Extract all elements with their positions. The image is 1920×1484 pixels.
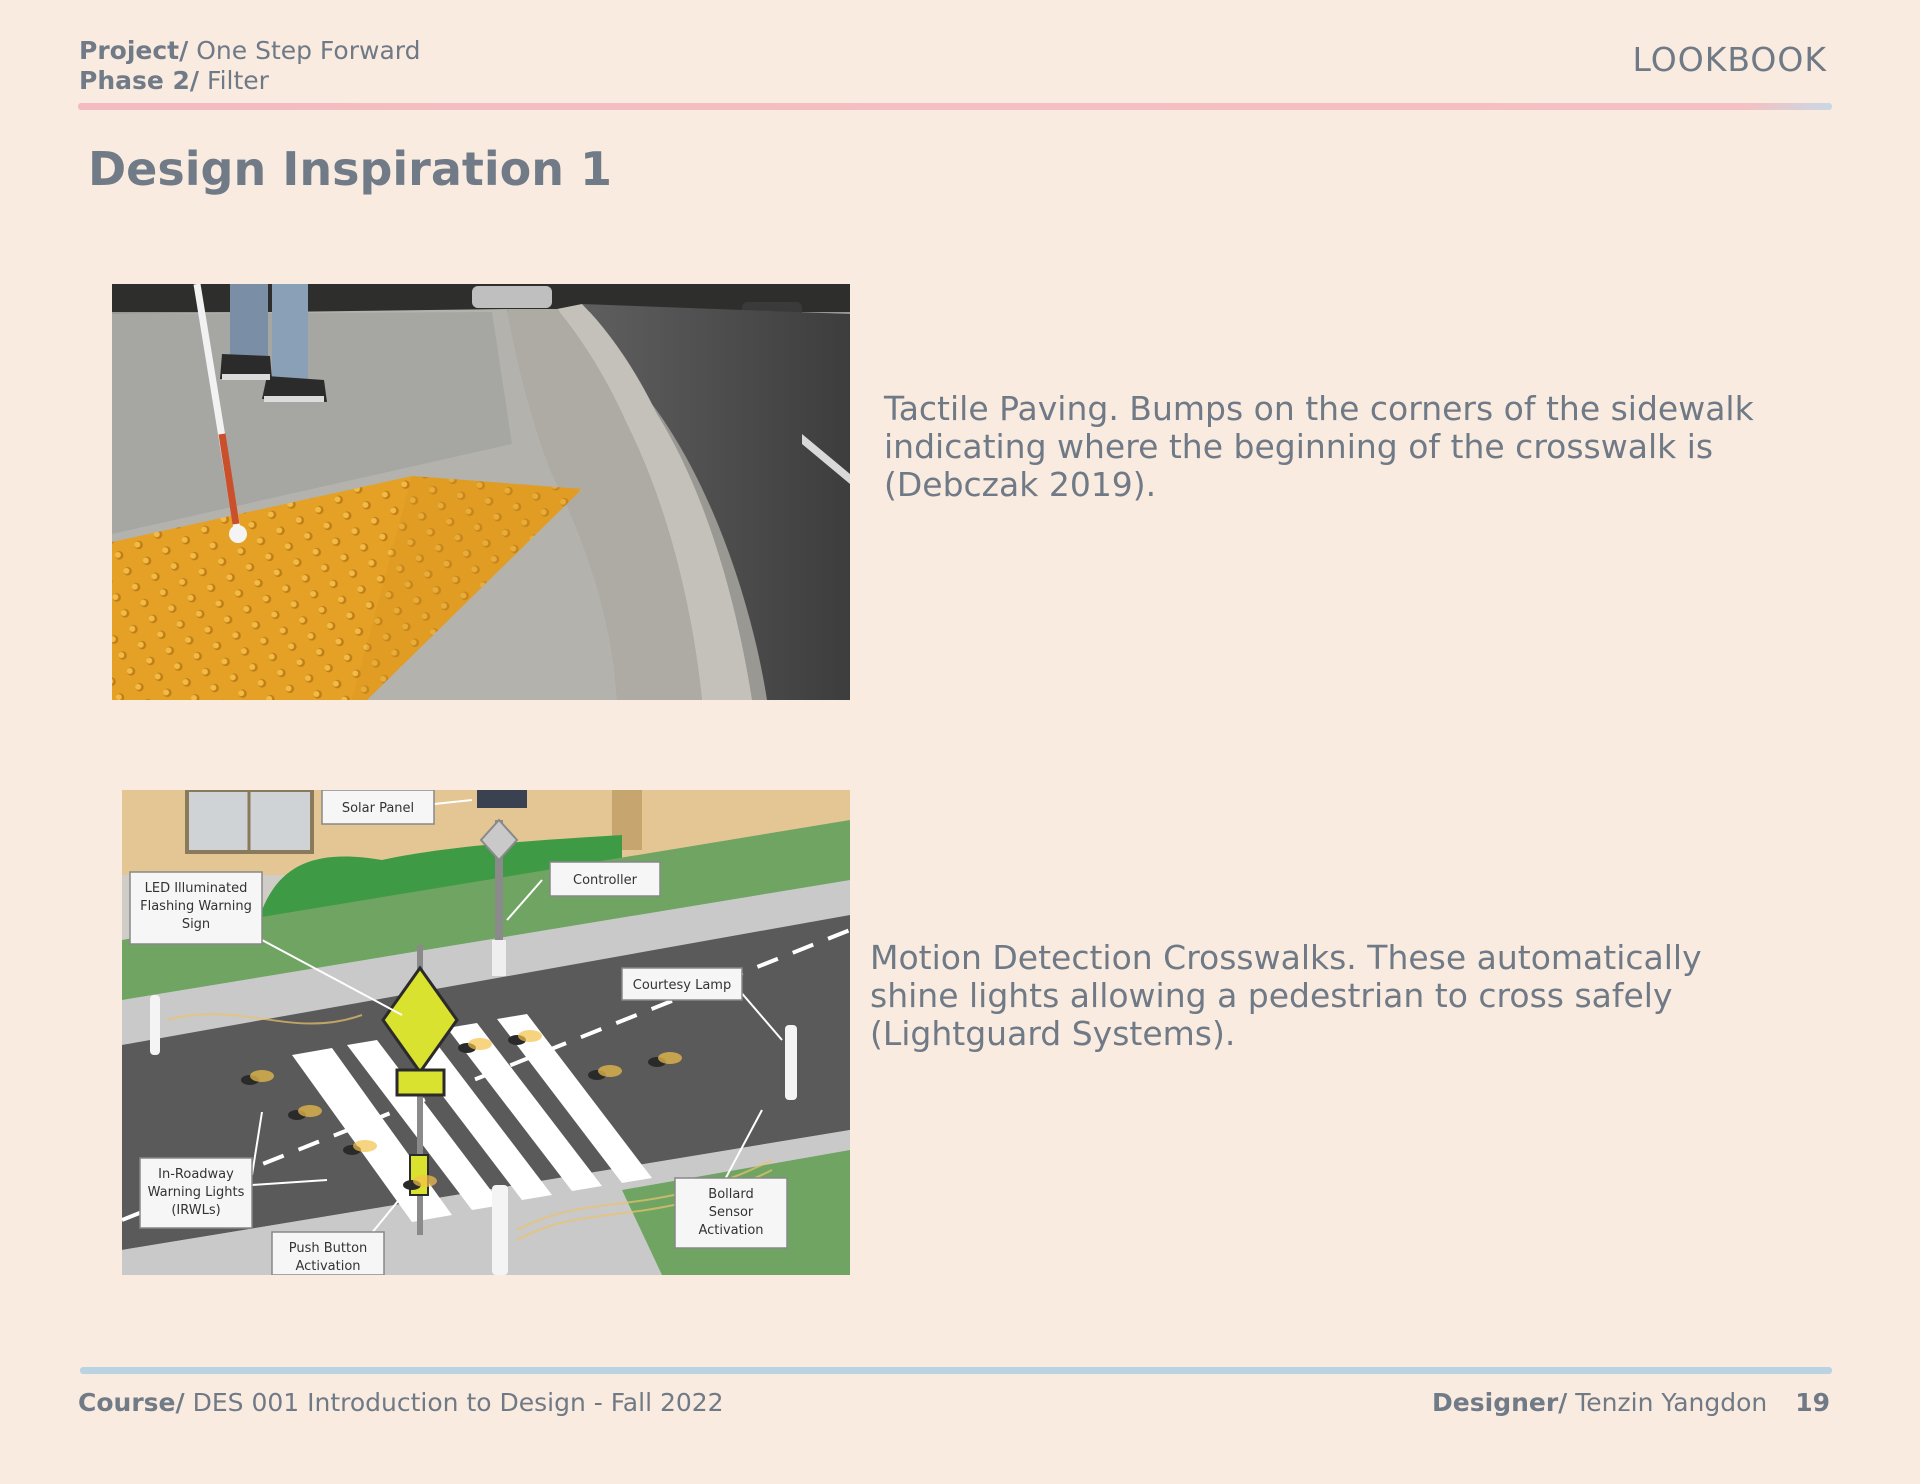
motion-crosswalk-description: Motion Detection Crosswalks. These autom…: [870, 938, 1702, 1053]
motion-crosswalk-diagram: Solar Panel Controller LED Illuminated F…: [122, 790, 850, 1275]
tactile-paving-image: [112, 284, 850, 700]
phase-value: Filter: [207, 66, 269, 95]
label-bollard-line2: Sensor: [709, 1205, 754, 1220]
footer-divider: [80, 1367, 1832, 1374]
project-value: One Step Forward: [196, 36, 421, 65]
label-solar-panel: Solar Panel: [342, 801, 414, 816]
label-irwl-line2: Warning Lights: [148, 1185, 245, 1200]
designer-label: Designer/: [1432, 1388, 1568, 1417]
label-led-sign-line2: Flashing Warning: [140, 899, 252, 914]
label-courtesy-lamp: Courtesy Lamp: [633, 978, 731, 993]
label-push-button-line1: Push Button: [289, 1241, 368, 1256]
course-value: DES 001 Introduction to Design - Fall 20…: [192, 1388, 724, 1417]
designer-footer: Designer/ Tenzin Yangdon 19: [1432, 1388, 1830, 1417]
phase-label: Phase 2/: [79, 66, 200, 95]
label-irwl-line1: In-Roadway: [158, 1167, 234, 1182]
header-divider: [78, 103, 1832, 110]
designer-value: Tenzin Yangdon: [1575, 1388, 1768, 1417]
page-number: 19: [1795, 1388, 1830, 1417]
label-bollard-line1: Bollard: [708, 1187, 753, 1202]
project-line: Project/ One Step Forward: [79, 36, 420, 66]
course-label: Course/: [78, 1388, 185, 1417]
phase-line: Phase 2/ Filter: [79, 66, 420, 96]
label-controller: Controller: [573, 873, 638, 888]
course-footer: Course/ DES 001 Introduction to Design -…: [78, 1388, 724, 1417]
project-label: Project/: [79, 36, 189, 65]
section-label: LOOKBOOK: [1632, 40, 1827, 79]
tactile-paving-description: Tactile Paving. Bumps on the corners of …: [884, 389, 1754, 504]
page-title: Design Inspiration 1: [88, 142, 613, 196]
label-bollard-line3: Activation: [698, 1223, 763, 1238]
label-irwl-line3: (IRWLs): [171, 1203, 220, 1218]
project-header: Project/ One Step Forward Phase 2/ Filte…: [79, 36, 420, 96]
label-push-button-line2: Activation: [295, 1259, 360, 1274]
label-led-sign-line1: LED Illuminated: [145, 881, 248, 896]
label-led-sign-line3: Sign: [182, 917, 210, 932]
